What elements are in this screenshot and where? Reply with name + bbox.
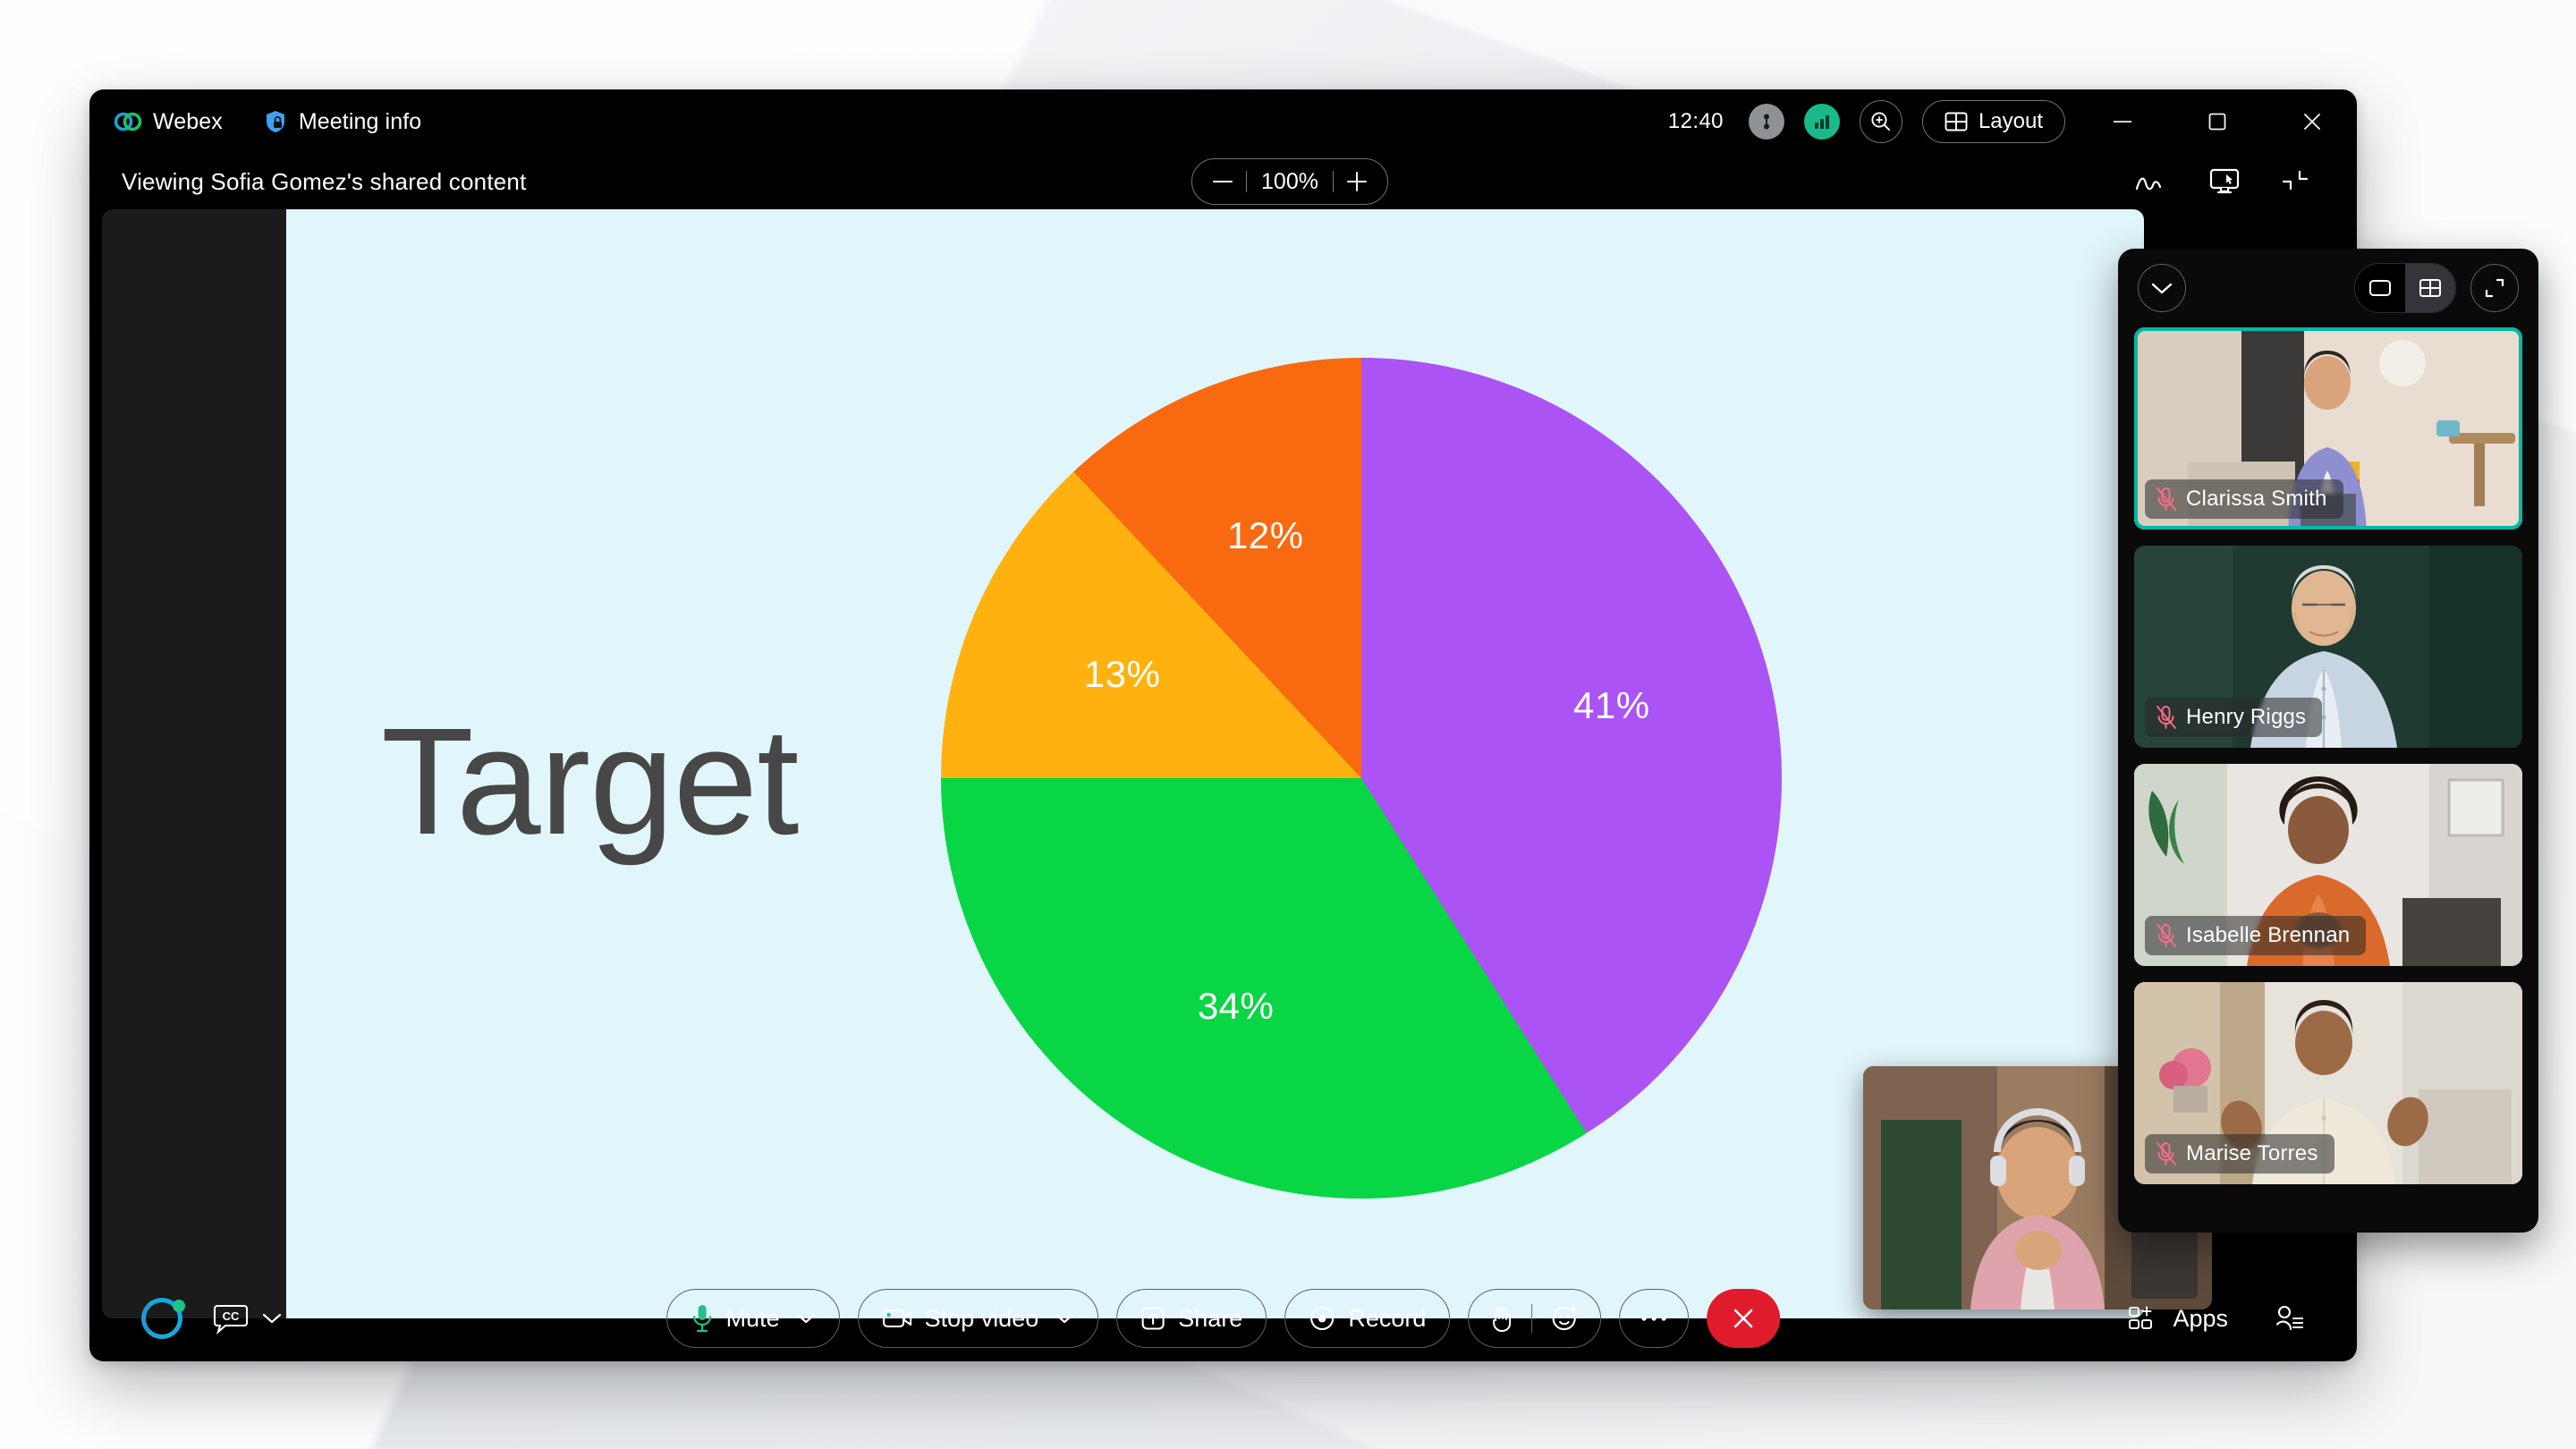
share-label: Share	[1178, 1304, 1243, 1332]
zoom-out-button[interactable]	[1199, 159, 1246, 204]
shield-lock-icon	[264, 109, 287, 134]
meeting-info-button[interactable]: Meeting info	[264, 109, 421, 135]
closed-captions-button[interactable]: CC	[213, 1302, 283, 1335]
mute-chevron-down-icon[interactable]	[796, 1313, 816, 1325]
filmstrip-header	[2118, 249, 2538, 327]
participant-name: Isabelle Brennan	[2186, 923, 2351, 947]
webex-brand: Webex	[114, 109, 223, 135]
video-chevron-down-icon[interactable]	[1055, 1313, 1074, 1325]
stop-video-button[interactable]: Stop video	[857, 1289, 1099, 1348]
signal-bars-icon[interactable]	[1803, 104, 1840, 140]
slide-title: Target	[381, 697, 799, 867]
sharing-status-label: Viewing Sofia Gomez's shared content	[122, 167, 527, 195]
record-circle-icon	[1309, 1305, 1335, 1332]
close-button[interactable]	[2275, 89, 2350, 154]
webex-assistant-button[interactable]	[141, 1298, 185, 1339]
maximize-button[interactable]	[2180, 89, 2255, 154]
webex-logo-icon	[114, 111, 141, 132]
meeting-control-bar: CC Mute Stop video Share Record Apps	[89, 1275, 2357, 1361]
pie-label-2: 13%	[1083, 653, 1161, 696]
grid-layout-icon	[1945, 111, 1968, 132]
pie-label-0: 41%	[1573, 683, 1650, 726]
camera-icon	[882, 1307, 912, 1330]
participant-tile[interactable]: Clarissa Smith	[2134, 327, 2522, 530]
zoom-control: 100%	[1191, 158, 1388, 205]
participant-name: Marise Torres	[2186, 1141, 2318, 1165]
zoom-level-value[interactable]: 100%	[1247, 169, 1333, 195]
reactions-group	[1468, 1289, 1602, 1348]
layout-label: Layout	[1978, 109, 2043, 133]
app-title: Webex	[153, 108, 223, 134]
filmstrip-expand-button[interactable]	[2470, 264, 2519, 312]
mute-button[interactable]: Mute	[665, 1289, 840, 1348]
participant-tile[interactable]: Henry Riggs	[2134, 546, 2522, 748]
apps-grid-plus-icon	[2128, 1305, 2158, 1332]
end-call-button[interactable]	[1707, 1289, 1781, 1348]
single-view-icon[interactable]	[2355, 264, 2405, 312]
grid-view-icon[interactable]	[2405, 264, 2455, 312]
share-button[interactable]: Share	[1116, 1289, 1267, 1348]
zoom-in-button[interactable]	[1334, 159, 1380, 204]
record-button[interactable]: Record	[1284, 1289, 1451, 1348]
annotate-scribble-icon[interactable]	[2133, 167, 2169, 196]
muted-mic-icon	[2156, 1141, 2177, 1166]
apps-label: Apps	[2173, 1304, 2228, 1332]
meeting-info-label: Meeting info	[298, 108, 422, 134]
filmstrip-collapse-button[interactable]	[2138, 264, 2186, 312]
stop-video-label: Stop video	[924, 1304, 1039, 1332]
participant-name-chip: Clarissa Smith	[2145, 479, 2343, 519]
connection-icon[interactable]	[1748, 104, 1784, 140]
clock: 12:40	[1667, 109, 1724, 133]
more-options-button[interactable]	[1619, 1289, 1690, 1348]
remote-control-monitor-icon[interactable]	[2208, 167, 2241, 196]
participant-tiles: Clarissa Smith Henry Riggs Isabelle Bren…	[2118, 327, 2538, 1184]
view-mode-toggle	[2354, 263, 2456, 313]
zoom-search-icon[interactable]	[1859, 100, 1902, 143]
collapse-corners-icon[interactable]	[2280, 168, 2310, 195]
share-up-arrow-icon	[1140, 1306, 1165, 1331]
closed-captions-icon: CC	[213, 1302, 249, 1335]
muted-mic-icon	[2156, 923, 2177, 948]
participant-filmstrip-panel: Clarissa Smith Henry Riggs Isabelle Bren…	[2118, 249, 2538, 1233]
mute-label: Mute	[725, 1304, 780, 1332]
participant-name: Clarissa Smith	[2186, 487, 2327, 511]
captions-chevron-down-icon[interactable]	[261, 1312, 283, 1325]
svg-text:CC: CC	[223, 1309, 240, 1323]
participant-name-chip: Henry Riggs	[2145, 698, 2323, 737]
pie-chart	[941, 358, 1782, 1199]
participants-list-icon[interactable]	[2273, 1304, 2303, 1333]
microphone-icon	[691, 1303, 714, 1334]
muted-mic-icon	[2156, 487, 2177, 512]
minimize-button[interactable]	[2085, 89, 2160, 154]
raise-hand-icon[interactable]	[1490, 1304, 1513, 1333]
title-bar: Webex Meeting info 12:40 Layout	[89, 89, 2357, 154]
apps-button[interactable]: Apps	[2128, 1305, 2228, 1333]
participant-name: Henry Riggs	[2186, 705, 2307, 729]
smiley-plus-icon[interactable]	[1550, 1304, 1579, 1333]
participant-tile[interactable]: Isabelle Brennan	[2134, 764, 2522, 966]
record-label: Record	[1348, 1304, 1427, 1332]
participant-name-chip: Marise Torres	[2145, 1134, 2334, 1174]
participant-tile[interactable]: Marise Torres	[2134, 982, 2522, 1184]
pie-label-3: 12%	[1226, 514, 1304, 557]
shared-content-stage: Target 41% 34% 13% 12%	[102, 209, 2144, 1318]
layout-button[interactable]: Layout	[1921, 100, 2065, 143]
participant-name-chip: Isabelle Brennan	[2145, 916, 2367, 955]
reactions-divider	[1531, 1304, 1533, 1333]
pie-label-1: 34%	[1197, 985, 1275, 1028]
webex-meeting-window: Webex Meeting info 12:40 Layout Viewing …	[89, 89, 2357, 1361]
share-sub-bar: Viewing Sofia Gomez's shared content 100…	[89, 154, 2357, 209]
muted-mic-icon	[2156, 705, 2177, 730]
